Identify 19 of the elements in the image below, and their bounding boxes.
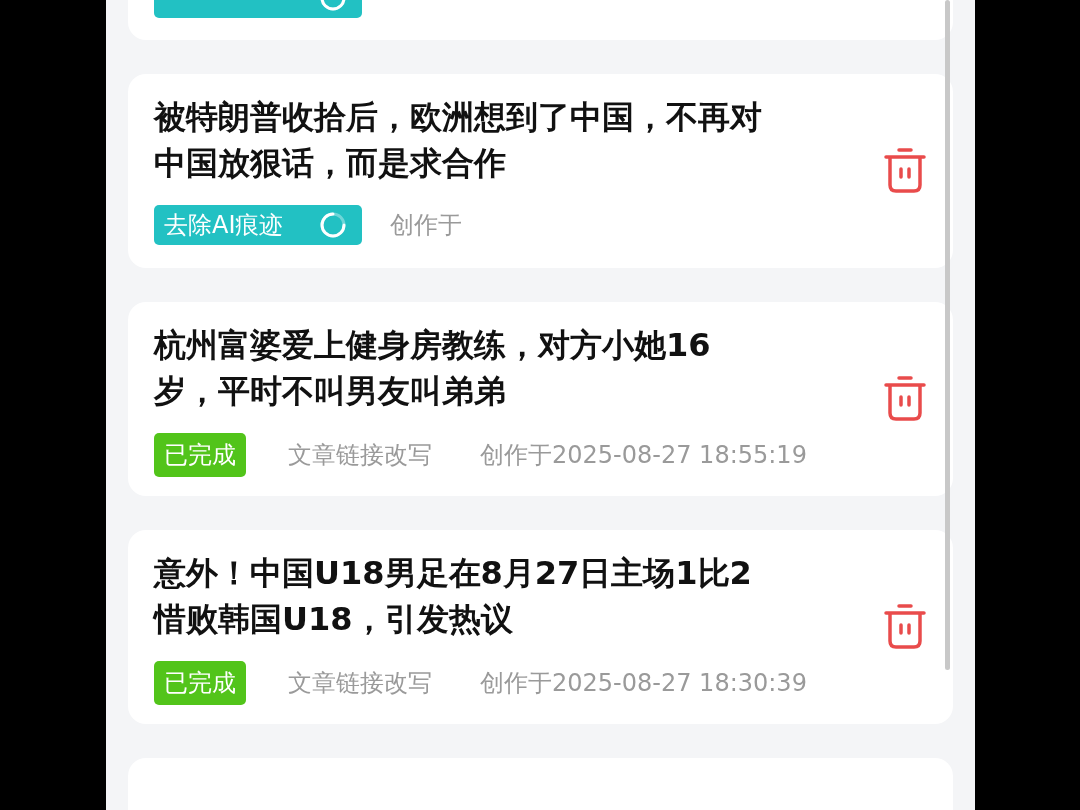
created-time: 创作于2025-08-27 18:30:39 [480, 668, 807, 699]
article-title: 杭州富婆爱上健身房教练，对方小她16岁，平时不叫男友叫弟弟 [154, 325, 712, 412]
delete-icon[interactable] [883, 147, 927, 193]
delete-icon[interactable] [883, 375, 927, 421]
status-badge: 已完成 [154, 661, 246, 705]
article-title: 被特朗普收拾后，欧洲想到了中国，不再对中国放狠话，而是求合作 [154, 97, 763, 184]
article-type: 文章链接改写 [288, 668, 432, 699]
created-label: 创作于 [390, 210, 462, 241]
article-card[interactable]: 意外！中国U18男足在8月27日主场1比2惜败韩国U18，引发热议 已完成 文章链接改写 创作于2025-08-27 18:30:39 [128, 530, 953, 724]
loading-spinner-icon [318, 210, 348, 240]
article-card[interactable]: 杭州富婆爱上健身房教练，对方小她16岁，平时不叫男友叫弟弟 已完成 文章链接改写 创作于2025-08-27 18:55:19 [128, 302, 953, 496]
created-time: 创作于2025-08-27 18:55:19 [480, 440, 807, 471]
article-type: 文章链接改写 [288, 440, 432, 471]
delete-icon[interactable] [883, 603, 927, 649]
article-title: 意外！中国U18男足在8月27日主场1比2惜败韩国U18，引发热议 [154, 553, 753, 640]
status-badge: 去除AI痕迹 [154, 205, 362, 245]
scroll-bar[interactable] [945, 0, 950, 670]
article-card[interactable]: 被特朗普收拾后，欧洲想到了中国，不再对中国放狠话，而是求合作 去除AI痕迹 创作于 [128, 74, 953, 268]
status-badge: 已完成 [154, 433, 246, 477]
